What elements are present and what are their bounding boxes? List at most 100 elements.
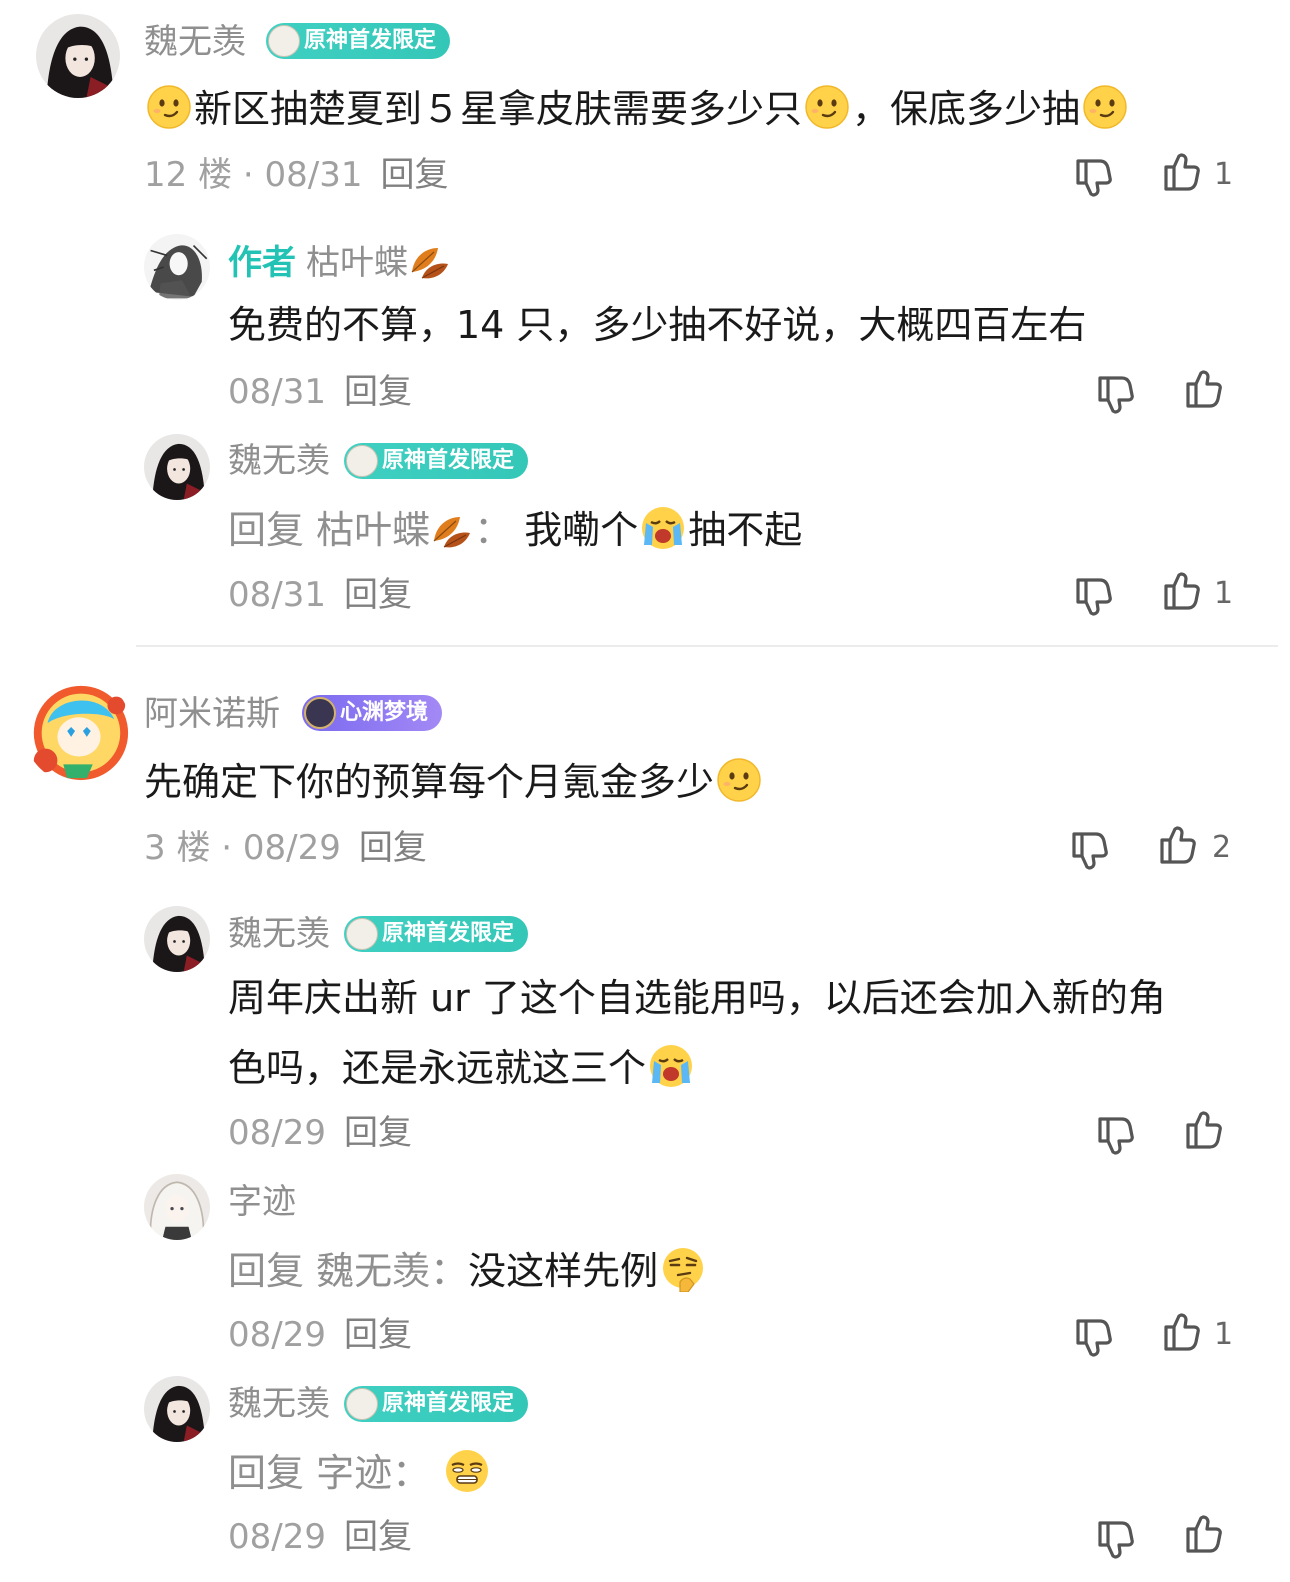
reply-target[interactable]: 枯叶蝶 xyxy=(316,508,430,552)
smirk-emoji-icon xyxy=(716,757,762,803)
username[interactable]: 魏无羡 xyxy=(228,914,330,954)
reply-meta: 08/29 回复 xyxy=(228,1517,412,1557)
avatar[interactable] xyxy=(144,1174,210,1240)
username[interactable]: 阿米诺斯 xyxy=(144,694,280,734)
reply-button[interactable]: 回复 xyxy=(381,155,449,195)
reply-meta: 08/31 回复 xyxy=(228,575,412,615)
username[interactable]: 魏无羡 xyxy=(144,22,246,62)
avatar-image xyxy=(144,234,210,300)
autumn-leaf-icon xyxy=(408,242,452,282)
reply-text-line: 周年庆出新 ur 了这个自选能用吗，以后还会加入新的角 xyxy=(228,976,1166,1020)
thumbs-down-icon[interactable] xyxy=(1070,571,1118,619)
badge-icon xyxy=(346,1388,378,1420)
thumbs-up-icon[interactable] xyxy=(1180,367,1228,415)
reply-prefix: 回复 xyxy=(228,1249,305,1293)
crying-emoji-icon xyxy=(640,505,686,551)
reply-target[interactable]: 字迹 xyxy=(316,1451,392,1495)
badge-label: 原神首发限定 xyxy=(382,1391,515,1416)
reply-date: 08/29 xyxy=(228,1517,326,1557)
avatar-image xyxy=(144,906,210,972)
badge-icon xyxy=(346,918,378,950)
reply-date: 08/31 xyxy=(228,372,326,412)
avatar-image xyxy=(144,434,210,500)
thumbs-up-icon[interactable] xyxy=(1180,1108,1228,1156)
user-badge[interactable]: 原神首发限定 xyxy=(344,443,529,479)
badge-icon xyxy=(268,25,300,57)
smirk-emoji-icon xyxy=(1082,84,1128,130)
avatar[interactable] xyxy=(144,906,210,972)
avatar-image xyxy=(24,676,132,784)
reply-meta: 08/29 回复 xyxy=(228,1315,412,1355)
thumbs-up-icon[interactable] xyxy=(1158,1310,1206,1358)
thumbs-up-icon[interactable] xyxy=(1154,823,1202,871)
author-tag: 作者 xyxy=(228,243,296,283)
comment-meta: 12 楼 · 08/31 回复 xyxy=(144,155,449,195)
smirk-emoji-icon xyxy=(804,84,850,130)
avatar[interactable] xyxy=(36,14,120,98)
reply-text: 色吗，还是永远就这三个 xyxy=(228,1043,696,1091)
username[interactable]: 魏无羡 xyxy=(228,441,330,481)
thumbs-down-icon[interactable] xyxy=(1070,152,1118,200)
comment-divider xyxy=(136,645,1278,647)
avatar[interactable] xyxy=(144,434,210,500)
like-count: 1 xyxy=(1214,576,1234,611)
user-badge[interactable]: 原神首发限定 xyxy=(266,23,451,59)
badge-icon xyxy=(346,445,378,477)
reply-target[interactable]: 魏无羡 xyxy=(316,1249,430,1293)
username-text: 枯叶蝶 xyxy=(306,243,408,283)
reply-text: 免费的不算，14 只，多少抽不好说，大概四百左右 xyxy=(228,303,1087,347)
reply-date: 08/31 xyxy=(228,575,326,615)
reply-meta: 08/29 回复 xyxy=(228,1113,412,1153)
reply-button[interactable]: 回复 xyxy=(344,1315,412,1355)
reply-prefix: 回复 xyxy=(228,508,305,552)
badge-label: 心渊梦境 xyxy=(340,700,429,725)
thumbs-down-icon[interactable] xyxy=(1092,1110,1140,1158)
avatar-image xyxy=(36,14,120,98)
reply-date: 08/29 xyxy=(228,1113,326,1153)
reply-text-part: 抽不起 xyxy=(688,508,803,552)
reply-text-part: 我嘞个 xyxy=(524,508,639,552)
avatar[interactable] xyxy=(24,676,132,784)
reply-button[interactable]: 回复 xyxy=(344,1113,412,1153)
thumbs-down-icon[interactable] xyxy=(1092,369,1140,417)
user-badge[interactable]: 原神首发限定 xyxy=(344,1386,529,1422)
meta-separator: · xyxy=(221,828,233,868)
thumbs-down-icon[interactable] xyxy=(1070,1312,1118,1360)
thumbs-up-icon[interactable] xyxy=(1158,569,1206,617)
thumbs-down-icon[interactable] xyxy=(1066,825,1114,873)
thumbs-up-icon[interactable] xyxy=(1158,150,1206,198)
reply-meta: 08/31 回复 xyxy=(228,372,412,412)
thinking-emoji-icon xyxy=(660,1246,706,1292)
comment-text: 先确定下你的预算每个月氪金多少 xyxy=(144,757,764,805)
avatar[interactable] xyxy=(144,234,210,300)
user-badge[interactable]: 心渊梦境 xyxy=(302,695,443,731)
thumbs-up-icon[interactable] xyxy=(1180,1512,1228,1560)
reply-button[interactable]: 回复 xyxy=(344,1517,412,1557)
reply-button[interactable]: 回复 xyxy=(344,372,412,412)
badge-label: 原神首发限定 xyxy=(382,448,515,473)
user-badge[interactable]: 原神首发限定 xyxy=(344,916,529,952)
autumn-leaf-icon xyxy=(430,511,474,551)
reply-text: 回复 魏无羡：没这样先例 xyxy=(228,1246,708,1294)
reply-text-part: 没这样先例 xyxy=(468,1249,659,1293)
reply-button[interactable]: 回复 xyxy=(359,828,427,868)
comment-date: 08/31 xyxy=(264,155,363,195)
smirk-emoji-icon xyxy=(146,84,192,130)
floor-number: 3 楼 xyxy=(144,828,211,868)
like-count: 1 xyxy=(1214,157,1234,192)
reply-button[interactable]: 回复 xyxy=(344,575,412,615)
comment-text-part: 新区抽楚夏到５星拿皮肤需要多少只 xyxy=(194,87,803,131)
username[interactable]: 魏无羡 xyxy=(228,1384,330,1424)
reply-text: 回复 字迹： xyxy=(228,1448,492,1496)
avatar-image xyxy=(144,1174,210,1240)
avatar[interactable] xyxy=(144,1376,210,1442)
reply-date: 08/29 xyxy=(228,1315,326,1355)
comment-date: 08/29 xyxy=(242,828,341,868)
reply-colon: ： xyxy=(430,1249,469,1293)
username[interactable]: 字迹 xyxy=(228,1182,296,1222)
unamused-emoji-icon xyxy=(444,1448,490,1494)
thumbs-down-icon[interactable] xyxy=(1092,1514,1140,1562)
username[interactable]: 作者 枯叶蝶 xyxy=(228,242,452,283)
comment-text-part: ，保底多少抽 xyxy=(852,87,1081,131)
floor-number: 12 楼 xyxy=(144,155,233,195)
